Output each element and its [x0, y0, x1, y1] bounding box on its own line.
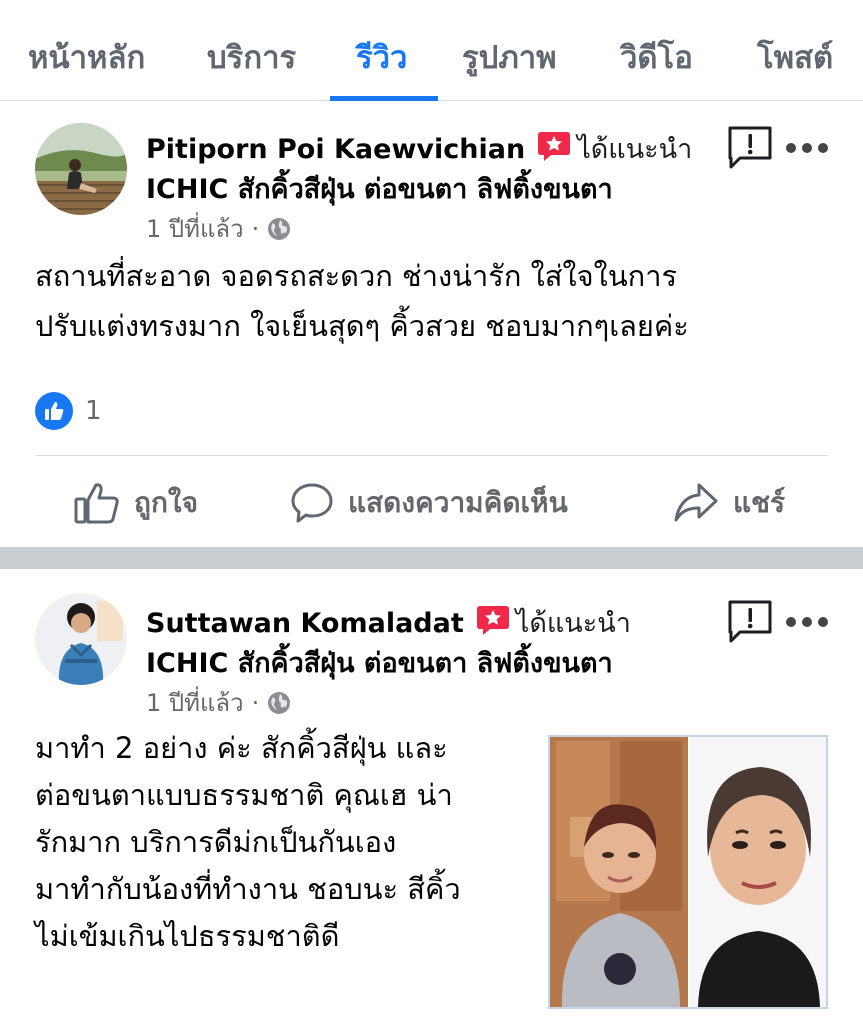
- review-author-line: Pitiporn Poi Kaewvichian ได้แนะนำ: [146, 127, 692, 170]
- globe-icon: [268, 691, 291, 714]
- reaction-summary[interactable]: 1: [35, 392, 102, 430]
- globe-icon: [268, 217, 291, 240]
- avatar[interactable]: [35, 123, 127, 215]
- like-icon: [74, 483, 119, 524]
- post-separator: [0, 547, 863, 569]
- tab-home[interactable]: หน้าหลัก: [28, 32, 145, 82]
- review-body-line: มาทำ 2 อย่าง ค่ะ สักคิ้วสีฝุ่น และ: [35, 731, 448, 765]
- like-count: 1: [85, 396, 102, 426]
- like-reaction-icon: [35, 392, 73, 430]
- review-body-line: ไม่เข้มเกินไปธรรมชาติดี: [35, 919, 340, 953]
- author-name[interactable]: Suttawan Komaladat: [146, 608, 464, 639]
- review-author-line: Suttawan Komaladat ได้แนะนำ: [146, 601, 631, 644]
- more-icon[interactable]: [786, 615, 828, 629]
- comment-button[interactable]: แสดงความคิดเห็น: [290, 481, 568, 525]
- avatar[interactable]: [35, 593, 127, 685]
- tab-posts[interactable]: โพสต์: [757, 32, 833, 82]
- share-button[interactable]: แชร์: [673, 481, 785, 525]
- post-meta: 1 ปีที่แล้ว ·: [146, 683, 291, 722]
- meta-separator: ·: [251, 688, 260, 717]
- report-icon[interactable]: [726, 599, 774, 645]
- page-tab-bar: หน้าหลัก บริการ รีวิว รูปภาพ วิดีโอ โพสต…: [0, 0, 863, 101]
- recommend-badge-icon: [476, 606, 509, 635]
- post-time[interactable]: 1 ปีที่แล้ว: [146, 683, 244, 722]
- review-body: สถานที่สะอาด จอดรถสะดวก ช่างน่ารัก ใส่ใจ…: [35, 251, 689, 351]
- page-name[interactable]: ICHIC สักคิ้วสีฝุ่น ต่อขนตา ลิฟติ้งขนตา: [146, 167, 613, 210]
- comment-icon: [291, 483, 333, 523]
- review-body-line: ต่อขนตาแบบธรรมชาติ คุณเฮ น่า: [35, 778, 453, 812]
- post-time[interactable]: 1 ปีที่แล้ว: [146, 209, 244, 248]
- review-body-line: มาทำกับน้องที่ทำงาน ชอบนะ สีคิ้ว: [35, 872, 461, 906]
- page-name[interactable]: ICHIC สักคิ้วสีฝุ่น ต่อขนตา ลิฟติ้งขนตา: [146, 641, 613, 684]
- tab-reviews[interactable]: รีวิว: [356, 32, 407, 82]
- review-body-line: รักมาก บริการดีม่กเป็นกันเอง: [35, 825, 397, 859]
- review-body-line: สถานที่สะอาด จอดรถสะดวก ช่างน่ารัก ใส่ใจ…: [35, 259, 678, 293]
- review-body-line: ปรับแต่งทรงมาก ใจเย็นสุดๆ คิ้วสวย ชอบมาก…: [35, 309, 689, 343]
- tab-photos[interactable]: รูปภาพ: [462, 32, 557, 82]
- divider: [35, 455, 828, 456]
- share-icon: [674, 483, 718, 522]
- tab-videos[interactable]: วิดีโอ: [620, 32, 693, 82]
- tab-services[interactable]: บริการ: [207, 32, 296, 82]
- author-name[interactable]: Pitiporn Poi Kaewvichian: [146, 134, 525, 165]
- like-button[interactable]: ถูกใจ: [74, 481, 198, 525]
- post-meta: 1 ปีที่แล้ว ·: [146, 209, 291, 248]
- recommend-badge-icon: [538, 132, 571, 161]
- share-label: แชร์: [733, 486, 786, 519]
- meta-separator: ·: [251, 214, 260, 243]
- more-icon[interactable]: [786, 141, 828, 155]
- recommend-text: ได้แนะนำ: [515, 608, 631, 639]
- review-body: มาทำ 2 อย่าง ค่ะ สักคิ้วสีฝุ่น และ ต่อขน…: [35, 725, 461, 960]
- comment-label: แสดงความคิดเห็น: [348, 486, 568, 519]
- report-icon[interactable]: [726, 125, 774, 171]
- review-post-1: Pitiporn Poi Kaewvichian ได้แนะนำ ICHIC …: [0, 101, 863, 547]
- recommend-text: ได้แนะนำ: [577, 134, 693, 165]
- review-attached-photo[interactable]: [548, 735, 828, 1009]
- like-label: ถูกใจ: [134, 486, 198, 519]
